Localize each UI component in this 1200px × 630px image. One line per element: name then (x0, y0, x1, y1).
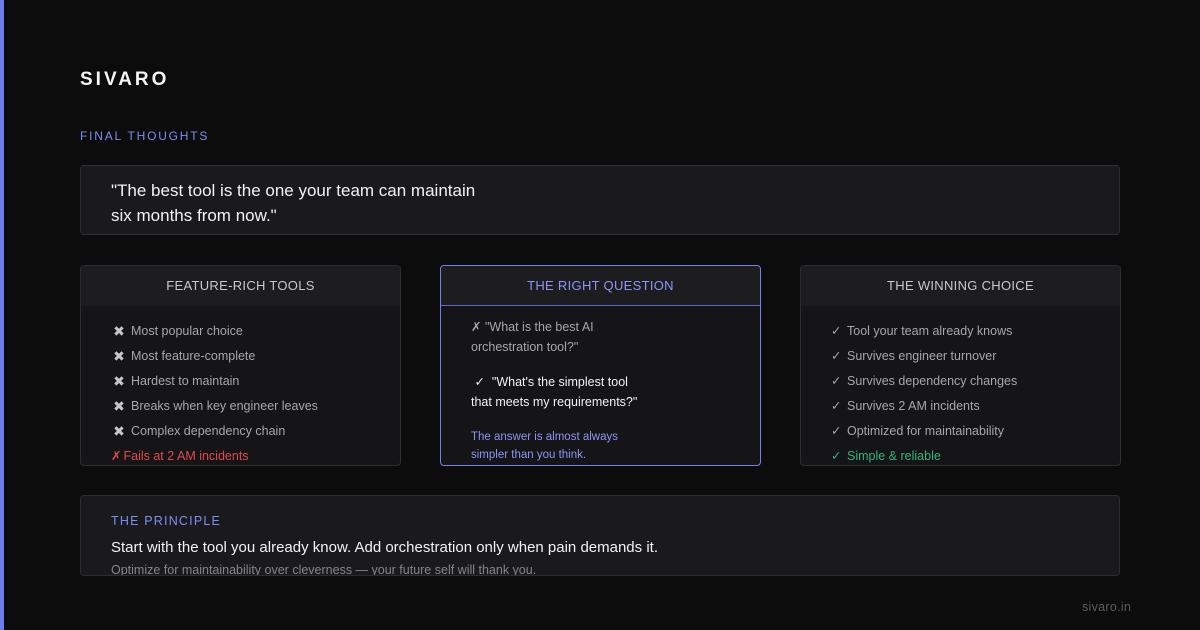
list-item-label: Most popular choice (131, 324, 243, 338)
card-title: THE RIGHT QUESTION (441, 266, 760, 306)
footer-url: sivaro.in (1082, 600, 1132, 614)
check-icon: ✓ (831, 424, 842, 438)
right-question-text: "What's the simplest tool that meets my … (471, 375, 638, 409)
list-item: ✖ Complex dependency chain (111, 419, 400, 444)
list-item-label: Breaks when key engineer leaves (131, 399, 318, 413)
list-item-good: ✓ Simple & reliable (831, 444, 1120, 465)
right-question: ✓ "What's the simplest tool that meets m… (471, 372, 637, 412)
answer-text: The answer is almost always simpler than… (471, 431, 618, 461)
list-item-label: Survives engineer turnover (847, 349, 997, 363)
list-item-label: Fails at 2 AM incidents (123, 449, 249, 463)
heavy-x-icon: ✖ (113, 423, 125, 439)
list-item-label: Optimized for maintainability (847, 424, 1005, 438)
list-item: ✖ Hardest to maintain (111, 369, 400, 394)
winning-choice-card: THE WINNING CHOICE ✓ Tool your team alre… (800, 265, 1121, 466)
right-question-card: THE RIGHT QUESTION ✗ "What is the best A… (440, 265, 761, 466)
check-icon: ✓ (831, 399, 842, 413)
list-item: ✓ Survives 2 AM incidents (831, 394, 1120, 419)
feature-list: ✖ Most popular choice ✖ Most feature-com… (81, 306, 400, 465)
list-item-label: Complex dependency chain (131, 424, 286, 438)
principle-label: THE PRINCIPLE (111, 514, 222, 528)
list-item-label: Simple & reliable (847, 449, 941, 463)
list-item: ✖ Most popular choice (111, 319, 400, 344)
list-item-label: Hardest to maintain (131, 374, 240, 388)
check-icon: ✓ (831, 324, 842, 338)
list-item: ✓ Survives dependency changes (831, 369, 1120, 394)
winning-list: ✓ Tool your team already knows ✓ Survive… (801, 306, 1120, 465)
list-item-label: Most feature-complete (131, 349, 256, 363)
list-item-bad: ✗ Fails at 2 AM incidents (111, 444, 400, 465)
accent-bar (0, 0, 4, 630)
list-item-label: Survives dependency changes (847, 374, 1018, 388)
check-icon: ✓ (831, 449, 842, 463)
list-item: ✖ Most feature-complete (111, 344, 400, 369)
heavy-x-icon: ✖ (113, 373, 125, 389)
list-item: ✓ Survives engineer turnover (831, 344, 1120, 369)
brand-logo: SIVARO (80, 69, 170, 90)
wrong-question-text: "What is the best AI orchestration tool?… (471, 320, 594, 354)
wrong-question: ✗ "What is the best AI orchestration too… (471, 317, 594, 357)
quote-box: "The best tool is the one your team can … (80, 165, 1120, 235)
check-icon: ✓ (831, 374, 842, 388)
heavy-x-icon: ✖ (113, 323, 125, 339)
check-icon: ✓ (831, 349, 842, 363)
check-icon: ✓ (474, 375, 485, 389)
feature-rich-tools-card: FEATURE-RICH TOOLS ✖ Most popular choice… (80, 265, 401, 466)
ballot-x-icon: ✗ (111, 449, 122, 463)
principle-box: THE PRINCIPLE Start with the tool you al… (80, 495, 1120, 576)
list-item: ✖ Breaks when key engineer leaves (111, 394, 400, 419)
principle-main-text: Start with the tool you already know. Ad… (111, 539, 658, 556)
list-item-label: Tool your team already knows (847, 324, 1013, 338)
card-title: THE WINNING CHOICE (801, 266, 1120, 306)
section-label: FINAL THOUGHTS (80, 129, 210, 143)
list-item-label: Survives 2 AM incidents (847, 399, 980, 413)
principle-sub-text: Optimize for maintainability over clever… (111, 563, 537, 576)
quote-text: "The best tool is the one your team can … (111, 181, 476, 225)
heavy-x-icon: ✖ (113, 398, 125, 414)
list-item: ✓ Tool your team already knows (831, 319, 1120, 344)
ballot-x-icon: ✗ (471, 320, 482, 334)
heavy-x-icon: ✖ (113, 348, 125, 364)
card-title: FEATURE-RICH TOOLS (81, 266, 400, 306)
list-item: ✓ Optimized for maintainability (831, 419, 1120, 444)
